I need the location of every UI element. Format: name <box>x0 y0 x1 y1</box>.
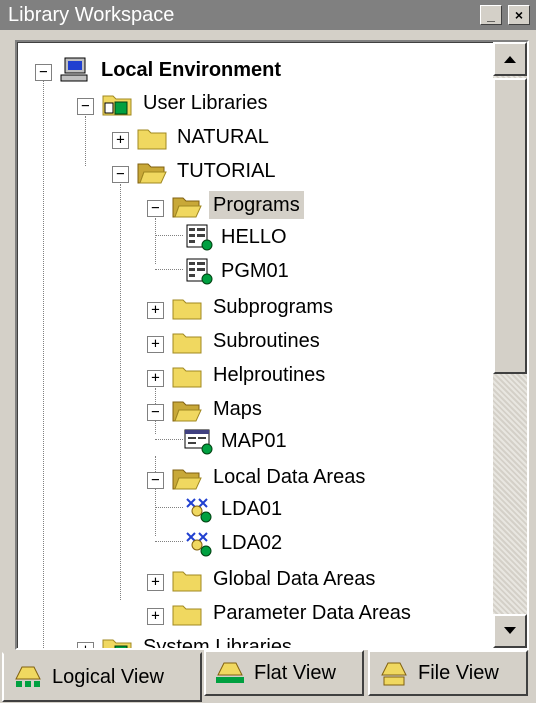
folder-icon <box>172 367 202 388</box>
program-icon <box>186 258 213 285</box>
tree-item-parameter-data-areas[interactable]: Parameter Data Areas <box>209 599 415 627</box>
folder-icon <box>172 571 202 592</box>
collapse-toggle[interactable]: − <box>35 64 52 81</box>
scroll-down-button[interactable] <box>493 614 527 648</box>
expand-toggle[interactable]: + <box>112 132 129 149</box>
collapse-toggle[interactable]: − <box>147 472 164 489</box>
tree-line <box>155 269 183 270</box>
tree-item-local-environment[interactable]: Local Environment <box>97 56 285 84</box>
tree-item-subroutines[interactable]: Subroutines <box>209 327 324 355</box>
expand-toggle[interactable]: + <box>147 574 164 591</box>
view-tabs: Logical View Flat View File View <box>0 650 536 703</box>
expand-toggle[interactable]: + <box>147 370 164 387</box>
user-library-folder-icon <box>102 95 132 116</box>
open-folder-icon <box>172 401 202 422</box>
open-folder-icon <box>137 163 167 184</box>
tree-line <box>155 456 156 536</box>
expand-toggle[interactable]: + <box>147 302 164 319</box>
expand-toggle[interactable]: + <box>147 336 164 353</box>
data-area-icon <box>186 532 212 557</box>
tree-line <box>155 541 183 542</box>
tree-item-global-data-areas[interactable]: Global Data Areas <box>209 565 379 593</box>
tree-item-hello[interactable]: HELLO <box>217 223 291 251</box>
data-area-icon <box>186 498 212 523</box>
tree-item-map01[interactable]: MAP01 <box>217 427 291 455</box>
tree-line <box>155 218 156 264</box>
tree-line <box>155 507 183 508</box>
arrow-down-icon <box>504 627 516 634</box>
tab-file-view[interactable]: File View <box>368 650 528 696</box>
tree-item-user-libraries[interactable]: User Libraries <box>139 89 271 117</box>
open-folder-icon <box>172 197 202 218</box>
arrow-up-icon <box>504 56 516 63</box>
collapse-toggle[interactable]: − <box>112 166 129 183</box>
tree-item-maps[interactable]: Maps <box>209 395 266 423</box>
tab-flat-view[interactable]: Flat View <box>204 650 364 696</box>
tab-label: File View <box>418 661 499 684</box>
map-icon <box>184 429 213 455</box>
tree-line <box>155 235 183 236</box>
expand-toggle[interactable]: + <box>147 608 164 625</box>
file-view-icon <box>381 662 407 686</box>
window-title: Library Workspace <box>8 3 175 26</box>
tree-item-lda01[interactable]: LDA01 <box>217 495 286 523</box>
program-icon <box>186 224 213 251</box>
folder-icon <box>172 299 202 320</box>
tree-item-system-libraries[interactable]: System Libraries <box>139 633 296 648</box>
tree-line <box>155 439 183 440</box>
tree-line <box>120 184 121 600</box>
folder-icon <box>172 333 202 354</box>
tab-logical-view[interactable]: Logical View <box>2 652 202 702</box>
tree-item-tutorial[interactable]: TUTORIAL <box>173 157 280 185</box>
tree-item-programs[interactable]: Programs <box>209 191 304 219</box>
expand-toggle[interactable]: + <box>77 642 94 648</box>
tree-item-local-data-areas[interactable]: Local Data Areas <box>209 463 369 491</box>
tab-label: Logical View <box>52 665 164 688</box>
tree-line <box>85 116 86 166</box>
minimize-button[interactable]: _ <box>480 5 502 25</box>
collapse-toggle[interactable]: − <box>147 404 164 421</box>
collapse-toggle[interactable]: − <box>77 98 94 115</box>
tab-label: Flat View <box>254 661 336 684</box>
tree-item-subprograms[interactable]: Subprograms <box>209 293 337 321</box>
collapse-toggle[interactable]: − <box>147 200 164 217</box>
scroll-up-button[interactable] <box>493 42 527 76</box>
workspace-title-bar: Library Workspace _ × <box>0 0 536 30</box>
tree-item-lda02[interactable]: LDA02 <box>217 529 286 557</box>
vertical-scrollbar[interactable] <box>493 42 527 648</box>
open-folder-icon <box>172 469 202 490</box>
folder-icon <box>137 129 167 150</box>
tree-line <box>43 72 44 648</box>
tree-item-helproutines[interactable]: Helproutines <box>209 361 329 389</box>
folder-icon <box>172 605 202 626</box>
scroll-thumb[interactable] <box>493 78 527 374</box>
computer-icon <box>60 57 88 82</box>
logical-view-icon <box>15 666 41 687</box>
close-button[interactable]: × <box>508 5 530 25</box>
tree-item-natural[interactable]: NATURAL <box>173 123 273 151</box>
flat-view-icon <box>216 662 244 683</box>
tree-item-pgm01[interactable]: PGM01 <box>217 257 293 285</box>
system-library-folder-icon <box>102 639 132 648</box>
library-tree[interactable]: − Local Environment − User Libraries + N… <box>15 40 529 650</box>
